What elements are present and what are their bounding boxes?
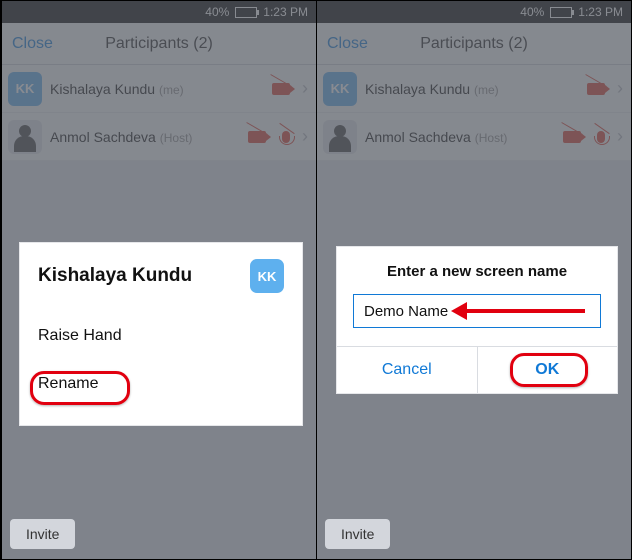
phone-right: 40% 1:23 PM Close Participants (2) KK Ki… [316, 1, 631, 559]
rename-action[interactable]: Rename [38, 357, 284, 405]
raise-hand-action[interactable]: Raise Hand [38, 315, 284, 357]
phone-left: 40% 1:23 PM Close Participants (2) KK Ki… [1, 1, 316, 559]
rename-dialog: Enter a new screen name Cancel OK [337, 247, 617, 393]
action-sheet: Kishalaya Kundu KK Raise Hand Rename [20, 243, 302, 425]
invite-button[interactable]: Invite [325, 519, 390, 549]
screen-name-input[interactable] [353, 294, 601, 328]
cancel-button[interactable]: Cancel [337, 347, 477, 393]
sheet-title: Kishalaya Kundu [38, 265, 250, 287]
sheet-avatar: KK [250, 259, 284, 293]
dialog-title: Enter a new screen name [337, 247, 617, 294]
invite-button[interactable]: Invite [10, 519, 75, 549]
ok-button[interactable]: OK [477, 347, 618, 393]
